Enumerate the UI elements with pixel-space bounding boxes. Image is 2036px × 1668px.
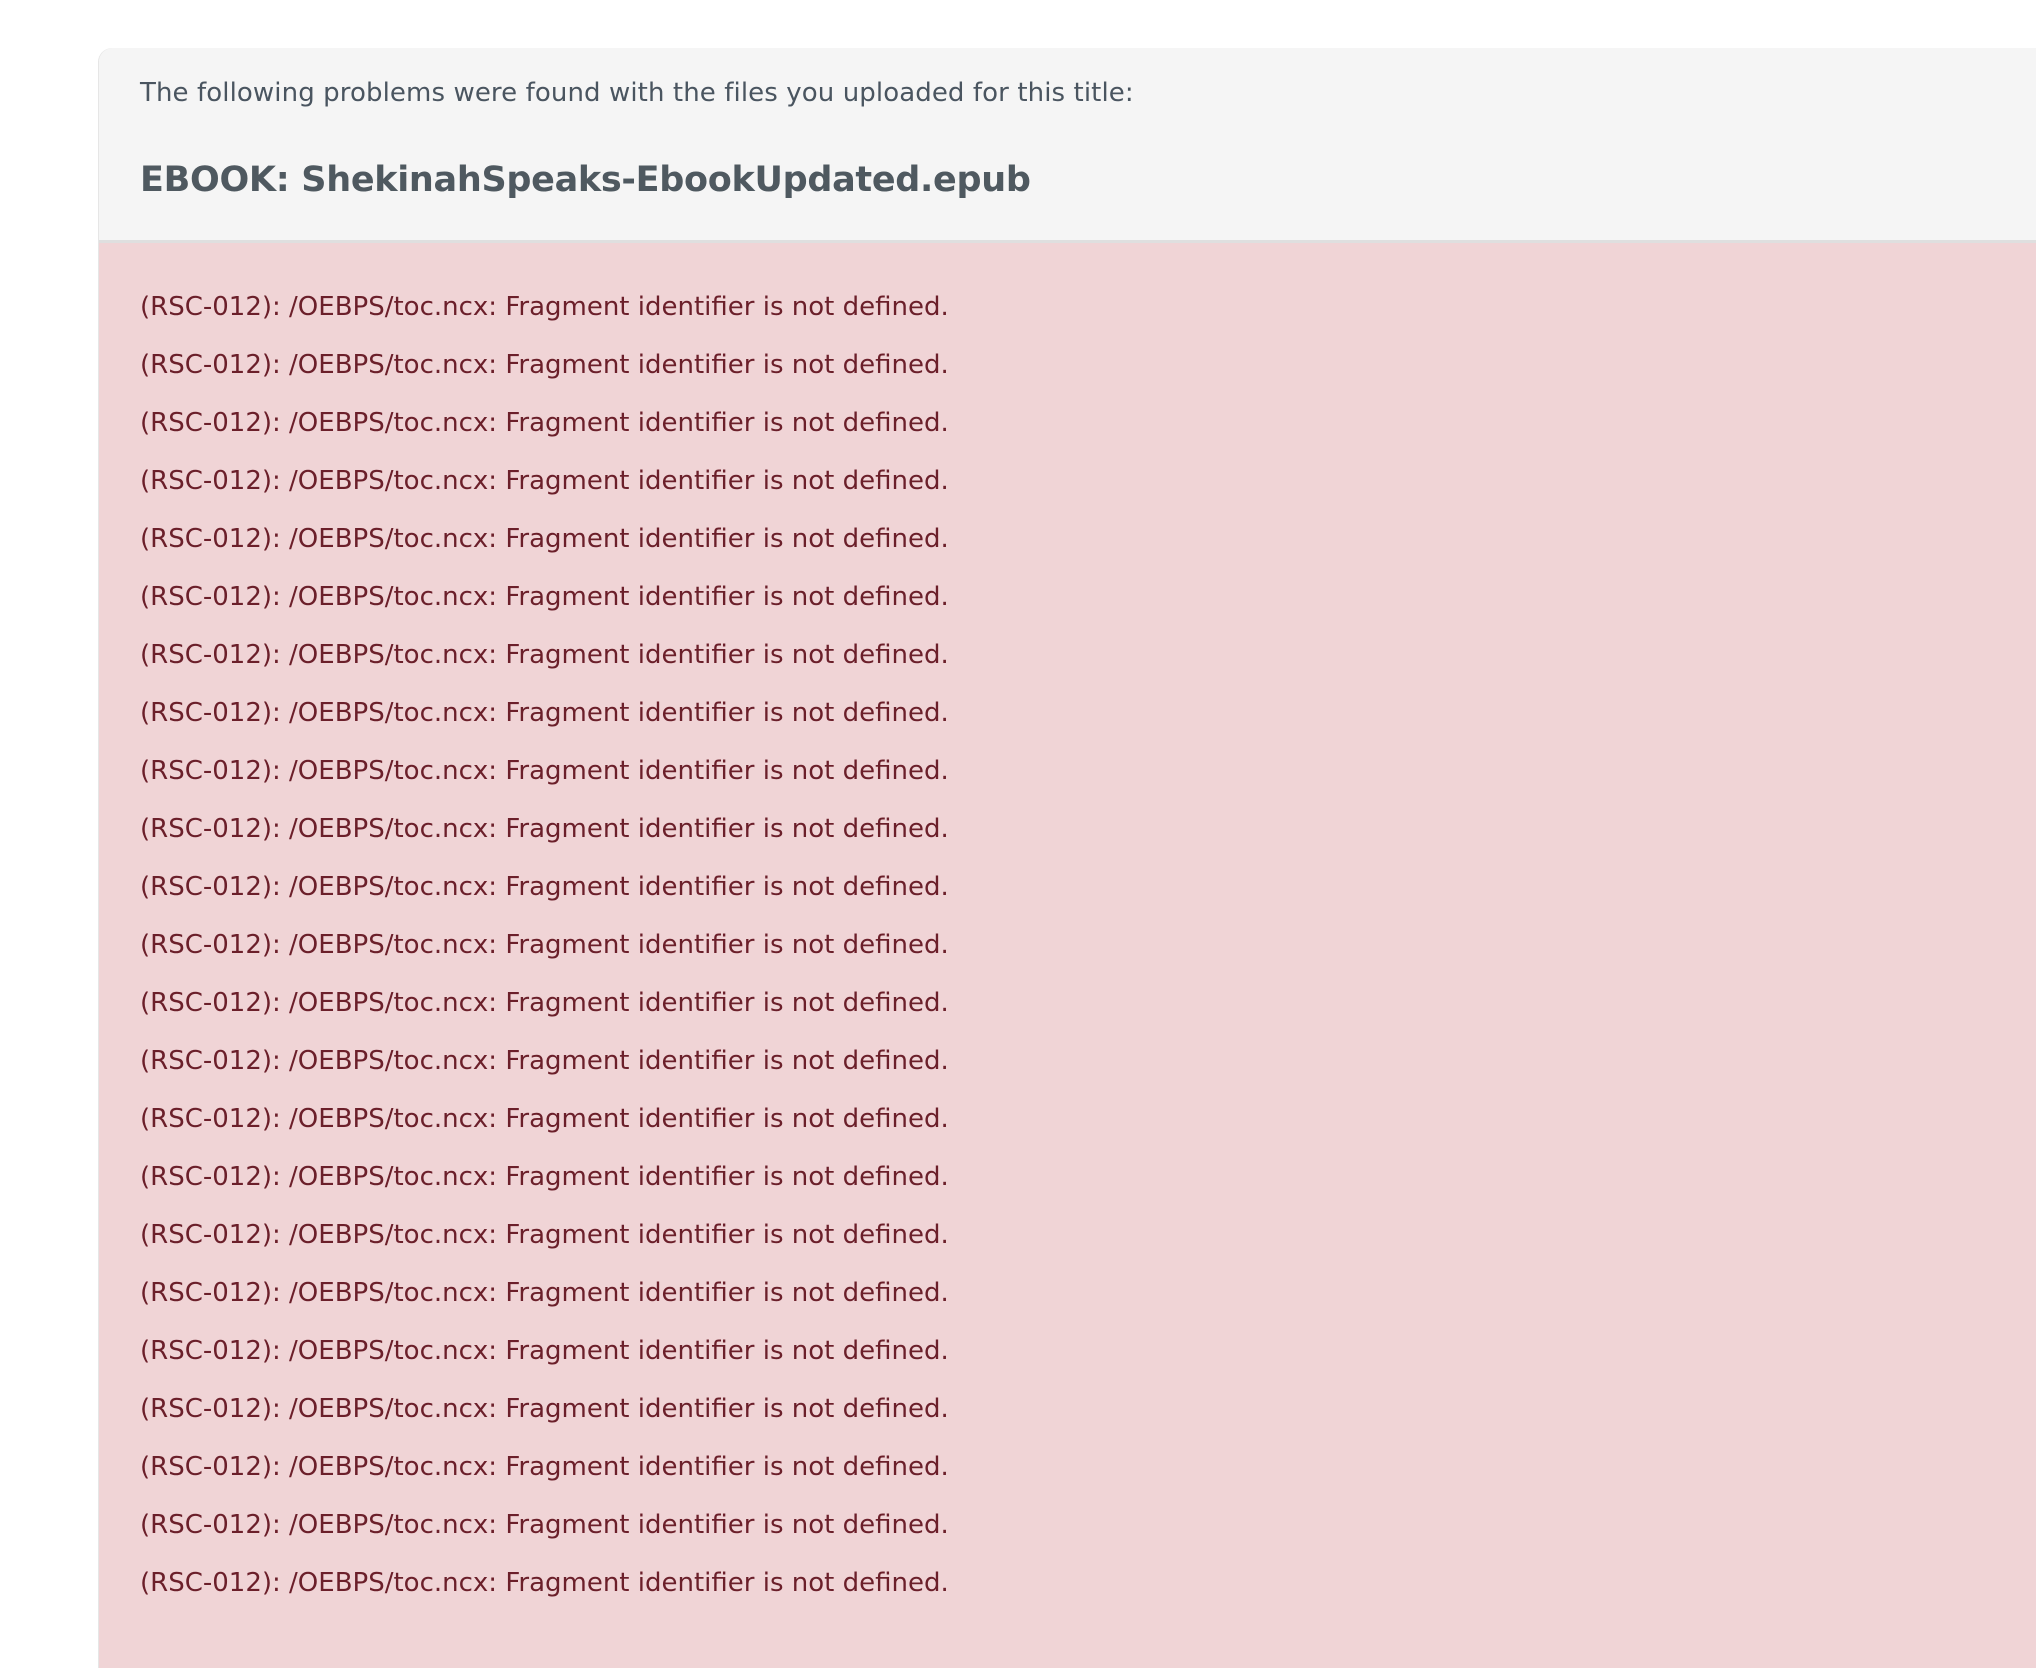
file-title: EBOOK: ShekinahSpeaks-EbookUpdated.epub bbox=[140, 160, 1031, 200]
error-message: (RSC-012): /OEBPS/toc.ncx: Fragment iden… bbox=[140, 408, 949, 438]
error-message: (RSC-012): /OEBPS/toc.ncx: Fragment iden… bbox=[140, 930, 949, 960]
error-list: (RSC-012): /OEBPS/toc.ncx: Fragment iden… bbox=[99, 291, 2036, 1625]
error-message: (RSC-012): /OEBPS/toc.ncx: Fragment iden… bbox=[140, 524, 949, 554]
intro-text: The following problems were found with t… bbox=[140, 78, 1134, 108]
error-message: (RSC-012): /OEBPS/toc.ncx: Fragment iden… bbox=[140, 640, 949, 670]
error-message: (RSC-012): /OEBPS/toc.ncx: Fragment iden… bbox=[140, 1394, 949, 1424]
error-message: (RSC-012): /OEBPS/toc.ncx: Fragment iden… bbox=[140, 1104, 949, 1134]
error-message: (RSC-012): /OEBPS/toc.ncx: Fragment iden… bbox=[140, 1568, 949, 1598]
error-message: (RSC-012): /OEBPS/toc.ncx: Fragment iden… bbox=[140, 1452, 949, 1482]
error-message: (RSC-012): /OEBPS/toc.ncx: Fragment iden… bbox=[140, 1336, 949, 1366]
error-message: (RSC-012): /OEBPS/toc.ncx: Fragment iden… bbox=[140, 872, 949, 902]
error-message: (RSC-012): /OEBPS/toc.ncx: Fragment iden… bbox=[140, 814, 949, 844]
error-message: (RSC-012): /OEBPS/toc.ncx: Fragment iden… bbox=[140, 292, 949, 322]
error-message: (RSC-012): /OEBPS/toc.ncx: Fragment iden… bbox=[140, 1162, 949, 1192]
error-message: (RSC-012): /OEBPS/toc.ncx: Fragment iden… bbox=[140, 1278, 949, 1308]
error-message: (RSC-012): /OEBPS/toc.ncx: Fragment iden… bbox=[140, 350, 949, 380]
error-message: (RSC-012): /OEBPS/toc.ncx: Fragment iden… bbox=[140, 1046, 949, 1076]
error-message: (RSC-012): /OEBPS/toc.ncx: Fragment iden… bbox=[140, 698, 949, 728]
error-message: (RSC-012): /OEBPS/toc.ncx: Fragment iden… bbox=[140, 988, 949, 1018]
upload-problems-panel: The following problems were found with t… bbox=[99, 48, 2036, 1668]
error-message: (RSC-012): /OEBPS/toc.ncx: Fragment iden… bbox=[140, 466, 949, 496]
error-message: (RSC-012): /OEBPS/toc.ncx: Fragment iden… bbox=[140, 756, 949, 786]
error-message: (RSC-012): /OEBPS/toc.ncx: Fragment iden… bbox=[140, 582, 949, 612]
error-list-container: (RSC-012): /OEBPS/toc.ncx: Fragment iden… bbox=[99, 243, 2036, 1668]
error-message: (RSC-012): /OEBPS/toc.ncx: Fragment iden… bbox=[140, 1510, 949, 1540]
panel-header: The following problems were found with t… bbox=[99, 48, 2036, 243]
error-message: (RSC-012): /OEBPS/toc.ncx: Fragment iden… bbox=[140, 1220, 949, 1250]
